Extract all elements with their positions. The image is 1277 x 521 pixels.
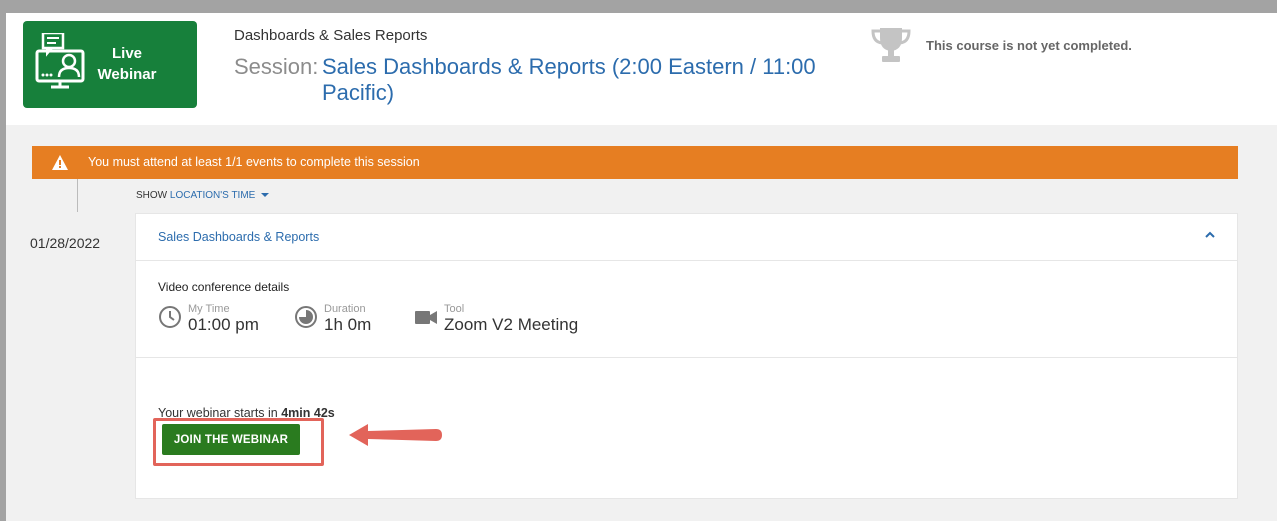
detail-label: Duration (324, 303, 366, 315)
detail-label: Tool (444, 303, 465, 315)
pie-icon (295, 306, 317, 328)
clock-icon (159, 306, 181, 328)
detail-value: 1h 0m (324, 315, 372, 334)
warning-icon (52, 155, 68, 170)
session-label: Session: (234, 54, 319, 79)
join-section: Your webinar starts in 4min 42s JOIN THE… (136, 358, 1237, 498)
trophy-icon (871, 28, 911, 62)
annotation-highlight-box (153, 418, 324, 466)
annotation-arrow-icon (349, 424, 442, 446)
caret-down-icon (261, 193, 270, 198)
course-title: Dashboards & Sales Reports (234, 27, 428, 44)
show-time-prefix: SHOW (136, 190, 168, 201)
badge-label: Live Webinar (87, 43, 167, 85)
detail-value: 01:00 pm (188, 315, 259, 334)
event-date: 01/28/2022 (30, 235, 101, 251)
detail-value: Zoom V2 Meeting (444, 315, 579, 334)
event-card: Sales Dashboards & Reports Video confere… (135, 213, 1238, 499)
locations-time-link[interactable]: LOCATION'S TIME (170, 190, 255, 201)
event-title[interactable]: Sales Dashboards & Reports (158, 230, 319, 244)
chevron-up-icon[interactable] (1203, 228, 1217, 242)
detail-label: My Time (188, 303, 230, 315)
webinar-computer-icon (35, 33, 85, 89)
attendance-warning-bar: You must attend at least 1/1 events to c… (32, 146, 1238, 179)
video-camera-icon (415, 311, 437, 324)
course-header: Live Webinar Dashboards & Sales Reports … (6, 13, 1277, 125)
live-webinar-badge: Live Webinar (23, 21, 197, 108)
completion-status: This course is not yet completed. (926, 38, 1132, 53)
event-card-header[interactable]: Sales Dashboards & Reports (136, 214, 1237, 261)
warning-text: You must attend at least 1/1 events to c… (88, 155, 420, 169)
page-frame: Live Webinar Dashboards & Sales Reports … (6, 13, 1277, 521)
timeline-line (77, 179, 78, 212)
session-name[interactable]: Sales Dashboards & Reports (2:00 Eastern… (322, 54, 822, 106)
badge-line-2: Webinar (97, 66, 157, 83)
badge-line-1: Live (111, 45, 142, 62)
show-time-toggle[interactable]: SHOW LOCATION'S TIME (136, 190, 270, 201)
details-label: Video conference details (158, 280, 290, 294)
conference-details: Video conference details My Time 01:00 p… (136, 261, 1237, 358)
